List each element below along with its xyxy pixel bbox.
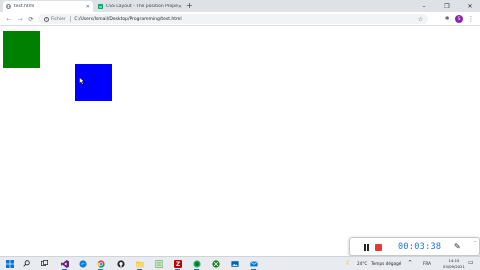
reload-button[interactable]: ⟳ bbox=[27, 15, 35, 23]
file-explorer-icon[interactable] bbox=[135, 259, 144, 270]
address-scheme: Fichier bbox=[51, 16, 66, 22]
chevron-up-icon[interactable]: ^ bbox=[408, 260, 412, 266]
extensions-puzzle-icon[interactable]: ✱ bbox=[443, 15, 451, 23]
restore-button[interactable]: ❐ bbox=[438, 0, 456, 12]
new-tab-button[interactable]: + bbox=[186, 1, 193, 11]
close-window-button[interactable]: ✕ bbox=[461, 0, 479, 12]
browser-toolbar: ← → ⟳ i Fichier C:/Users/Ismail/Desktop/… bbox=[0, 12, 480, 26]
notepad-icon[interactable] bbox=[154, 259, 163, 268]
close-tab-icon[interactable]: ✕ bbox=[86, 4, 90, 10]
system-clock[interactable]: 14:15 03/09/2021 bbox=[443, 258, 465, 269]
tab-strip: test.html ✕ w CSS Layout - The position … bbox=[0, 0, 480, 12]
language-indicator[interactable]: FRA bbox=[423, 261, 431, 266]
mouse-cursor-icon bbox=[79, 77, 85, 85]
svg-text:Z: Z bbox=[175, 261, 180, 268]
stop-recording-button[interactable] bbox=[375, 244, 382, 251]
screen: test.html ✕ w CSS Layout - The position … bbox=[0, 0, 480, 270]
photos-icon[interactable] bbox=[230, 259, 239, 268]
search-icon[interactable] bbox=[22, 259, 31, 268]
notifications-icon[interactable]: ▭ bbox=[468, 259, 474, 266]
back-button[interactable]: ← bbox=[5, 15, 13, 23]
recording-timer: 00:03:38 bbox=[398, 242, 442, 252]
chrome-icon[interactable] bbox=[96, 259, 105, 270]
clock-date: 03/09/2021 bbox=[443, 263, 465, 269]
profile-avatar[interactable]: S bbox=[455, 15, 463, 23]
green-box bbox=[3, 31, 40, 68]
mail-icon[interactable] bbox=[249, 259, 258, 270]
forward-button[interactable]: → bbox=[16, 15, 24, 23]
close-tab-icon[interactable]: ✕ bbox=[178, 4, 182, 10]
address-url: C:/Users/Ismail/Desktop/Programming/test… bbox=[74, 16, 182, 22]
windows-taskbar: Z ☾ 24°C Temps dégagé ^ FRA 14:15 03/09/… bbox=[0, 256, 480, 270]
tab-title: CSS Layout - The position Prope bbox=[106, 4, 178, 9]
minimize-button[interactable]: – bbox=[415, 0, 433, 12]
weather-sun-icon: ☾ bbox=[346, 259, 353, 267]
pen-annotate-icon[interactable]: ✎ bbox=[454, 242, 461, 251]
filezilla-icon[interactable]: Z bbox=[173, 259, 182, 270]
minimize-recorder-icon[interactable]: – bbox=[474, 239, 477, 245]
svg-text:w: w bbox=[99, 5, 102, 9]
screen-recorder-widget: 00:03:38 ✎ – bbox=[349, 237, 480, 256]
tab-title: test.html bbox=[14, 4, 35, 9]
xbox-icon[interactable] bbox=[211, 259, 220, 268]
menu-kebab-icon[interactable]: ⋮ bbox=[467, 15, 475, 23]
address-divider bbox=[69, 16, 71, 22]
visual-studio-icon[interactable] bbox=[60, 259, 69, 270]
tab-test-html[interactable]: test.html ✕ bbox=[3, 1, 93, 12]
bookmark-star-icon[interactable]: ☆ bbox=[418, 16, 423, 23]
task-view-icon[interactable] bbox=[40, 259, 49, 268]
github-icon[interactable] bbox=[116, 259, 125, 268]
w3schools-icon: w bbox=[98, 4, 103, 9]
tab-css-layout[interactable]: w CSS Layout - The position Prope ✕ bbox=[95, 1, 185, 12]
info-icon[interactable]: i bbox=[44, 16, 49, 22]
weather-temp[interactable]: 24°C bbox=[357, 261, 367, 266]
windows-start-icon[interactable] bbox=[5, 259, 14, 268]
edge-icon[interactable] bbox=[78, 259, 87, 268]
address-bar[interactable]: i Fichier C:/Users/Ismail/Desktop/Progra… bbox=[38, 14, 428, 24]
pause-recording-button[interactable] bbox=[364, 244, 369, 251]
weather-desc[interactable]: Temps dégagé bbox=[371, 261, 401, 266]
spotify-icon[interactable] bbox=[192, 259, 201, 270]
globe-icon bbox=[6, 4, 11, 9]
